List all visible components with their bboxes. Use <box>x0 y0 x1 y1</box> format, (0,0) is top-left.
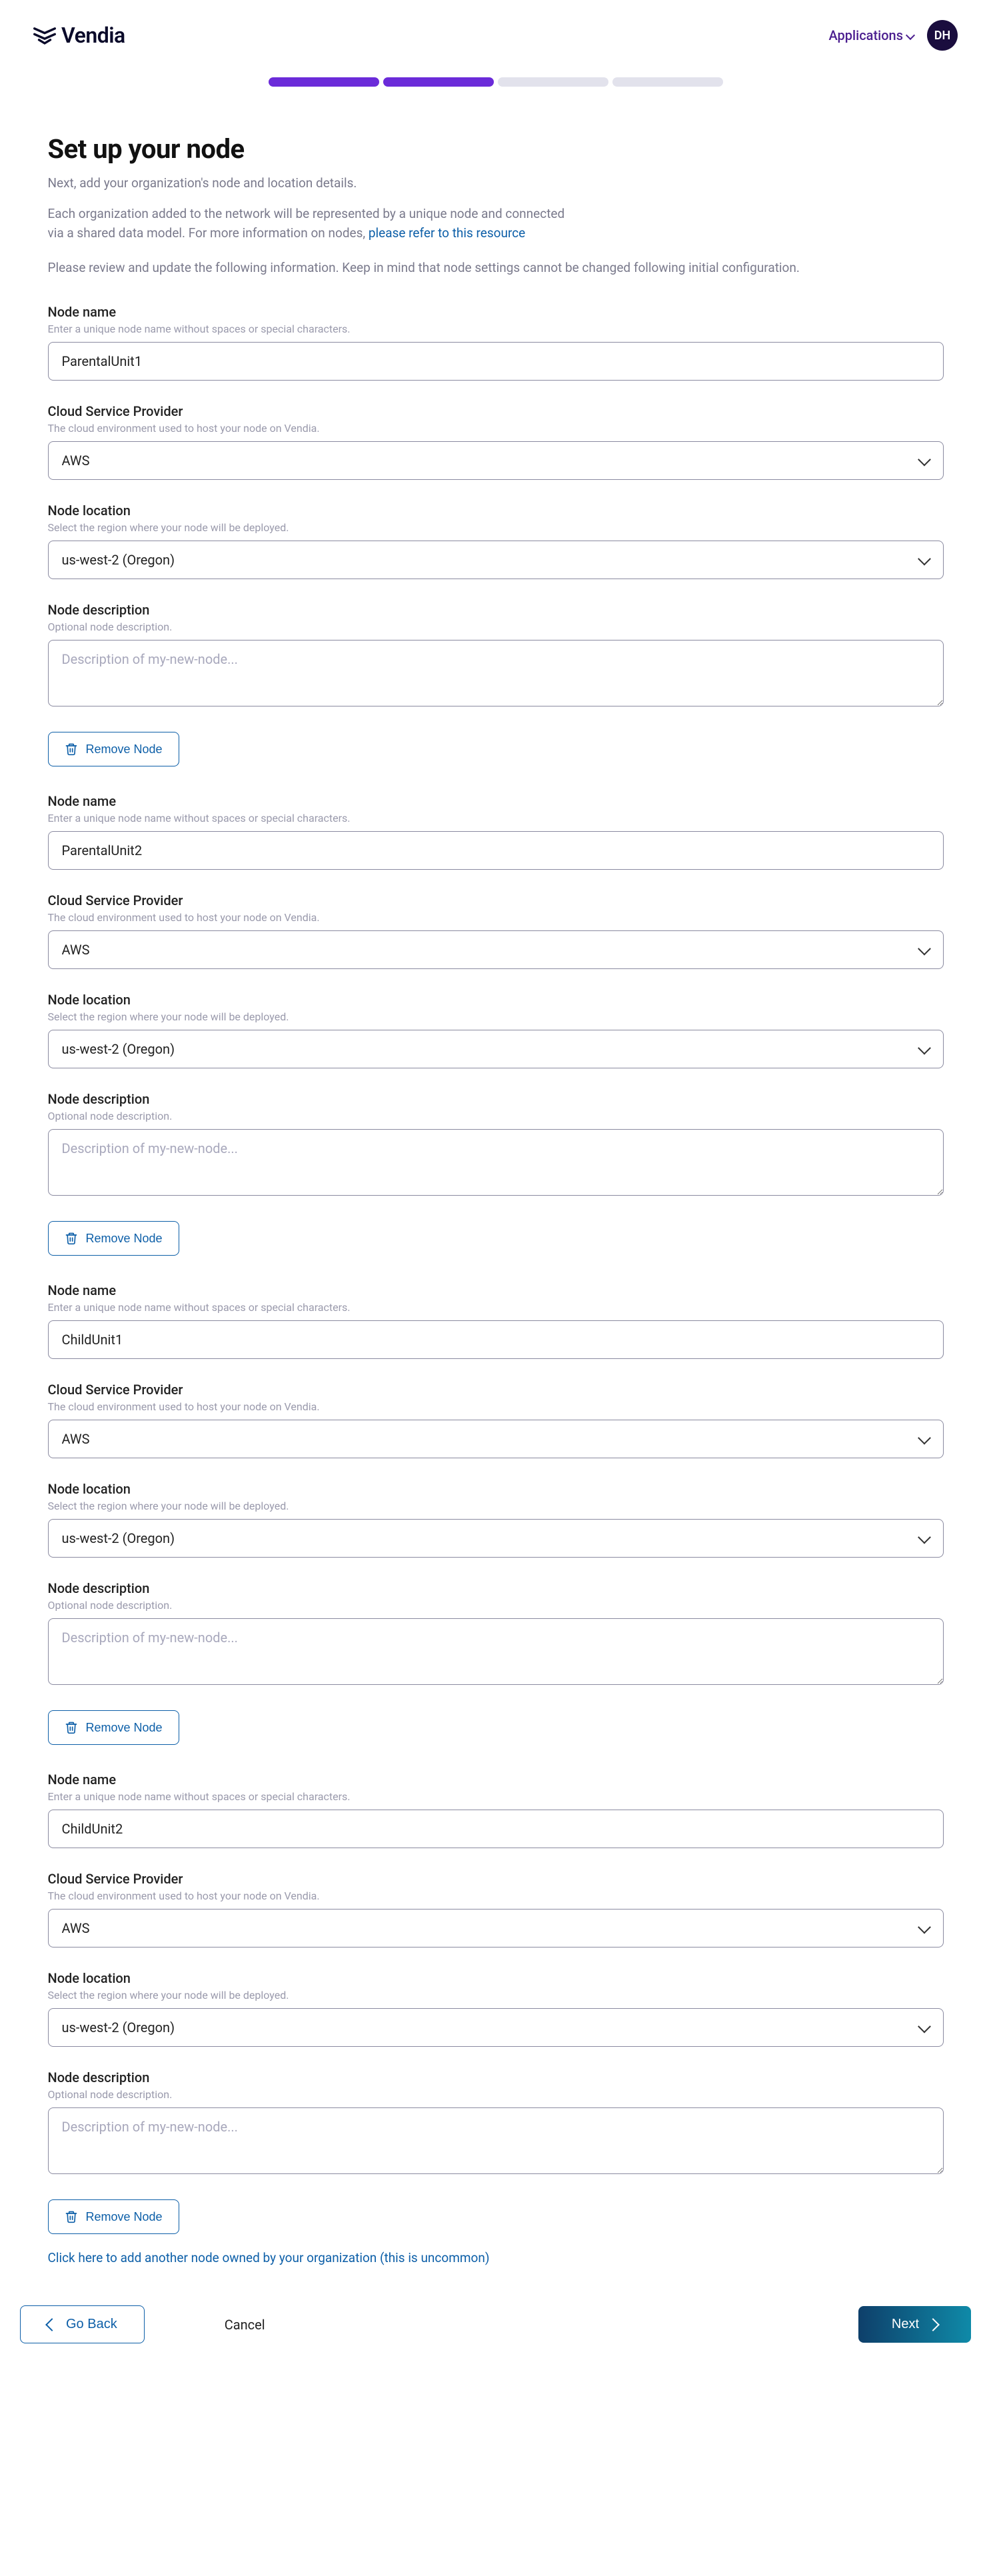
remove-node-label: Remove Node <box>86 2210 163 2224</box>
applications-label: Applications <box>828 27 903 43</box>
node-name-hint: Enter a unique node name without spaces … <box>48 812 944 824</box>
node-block: Node name Enter a unique node name witho… <box>48 1772 944 2234</box>
description-hint: Optional node description. <box>48 621 944 633</box>
description-textarea[interactable] <box>48 2107 944 2174</box>
avatar-initials: DH <box>934 29 950 43</box>
csp-hint: The cloud environment used to host your … <box>48 1400 944 1413</box>
location-hint: Select the region where your node will b… <box>48 521 944 534</box>
progress-step-3 <box>498 77 608 87</box>
location-select[interactable]: us-west-2 (Oregon) <box>48 541 944 579</box>
progress-step-4 <box>612 77 723 87</box>
app-header: Vendia Applications DH <box>0 0 991 57</box>
remove-node-button[interactable]: Remove Node <box>48 732 179 766</box>
csp-label: Cloud Service Provider <box>48 892 944 908</box>
csp-select[interactable]: AWS <box>48 1420 944 1458</box>
brand-logo: Vendia <box>33 23 125 48</box>
remove-node-label: Remove Node <box>86 742 163 756</box>
remove-node-label: Remove Node <box>86 1721 163 1735</box>
csp-select[interactable]: AWS <box>48 441 944 480</box>
trash-icon <box>65 2209 78 2224</box>
node-name-input[interactable] <box>48 342 944 381</box>
node-name-label: Node name <box>48 304 944 320</box>
remove-node-button[interactable]: Remove Node <box>48 1710 179 1745</box>
remove-node-label: Remove Node <box>86 1232 163 1246</box>
wizard-progress <box>0 77 991 87</box>
progress-step-1 <box>269 77 379 87</box>
location-label: Node location <box>48 503 944 519</box>
location-hint: Select the region where your node will b… <box>48 1500 944 1512</box>
description-textarea[interactable] <box>48 1618 944 1685</box>
wizard-footer: Go Back Cancel Next <box>0 2305 991 2343</box>
go-back-button[interactable]: Go Back <box>20 2305 145 2343</box>
next-button[interactable]: Next <box>858 2306 971 2343</box>
user-avatar[interactable]: DH <box>927 20 958 51</box>
node-name-input[interactable] <box>48 831 944 870</box>
description-hint: Optional node description. <box>48 1599 944 1612</box>
node-name-label: Node name <box>48 793 944 809</box>
node-block: Node name Enter a unique node name witho… <box>48 1282 944 1745</box>
brand-name: Vendia <box>61 23 125 48</box>
page-title: Set up your node <box>48 133 944 165</box>
trash-icon <box>65 1231 78 1246</box>
description-hint: Optional node description. <box>48 1110 944 1122</box>
intro-paragraph: Each organization added to the network w… <box>48 204 944 243</box>
go-back-label: Go Back <box>66 2317 117 2332</box>
remove-node-button[interactable]: Remove Node <box>48 1221 179 1256</box>
applications-menu[interactable]: Applications <box>828 27 914 43</box>
page-subtitle: Next, add your organization's node and l… <box>48 175 944 191</box>
node-name-hint: Enter a unique node name without spaces … <box>48 1301 944 1314</box>
description-label: Node description <box>48 1580 944 1596</box>
description-label: Node description <box>48 1091 944 1107</box>
chevron-right-icon <box>926 2318 940 2331</box>
csp-label: Cloud Service Provider <box>48 1382 944 1398</box>
trash-icon <box>65 742 78 756</box>
add-node-link[interactable]: Click here to add another node owned by … <box>48 2250 490 2265</box>
node-block: Node name Enter a unique node name witho… <box>48 304 944 766</box>
description-label: Node description <box>48 2069 944 2085</box>
remove-node-button[interactable]: Remove Node <box>48 2199 179 2234</box>
node-name-input[interactable] <box>48 1810 944 1848</box>
description-textarea[interactable] <box>48 1129 944 1196</box>
location-select[interactable]: us-west-2 (Oregon) <box>48 1030 944 1068</box>
location-select[interactable]: us-west-2 (Oregon) <box>48 2008 944 2047</box>
review-note: Please review and update the following i… <box>48 258 944 277</box>
csp-hint: The cloud environment used to host your … <box>48 911 944 924</box>
location-label: Node location <box>48 992 944 1008</box>
location-label: Node location <box>48 1481 944 1497</box>
node-name-label: Node name <box>48 1282 944 1298</box>
description-hint: Optional node description. <box>48 2088 944 2101</box>
node-name-hint: Enter a unique node name without spaces … <box>48 323 944 335</box>
location-hint: Select the region where your node will b… <box>48 1010 944 1023</box>
location-label: Node location <box>48 1970 944 1986</box>
node-name-input[interactable] <box>48 1320 944 1359</box>
csp-label: Cloud Service Provider <box>48 403 944 419</box>
cancel-link[interactable]: Cancel <box>225 2317 265 2333</box>
node-name-hint: Enter a unique node name without spaces … <box>48 1790 944 1803</box>
next-label: Next <box>892 2317 919 2332</box>
csp-select[interactable]: AWS <box>48 1909 944 1947</box>
vendia-logo-icon <box>33 24 56 47</box>
location-hint: Select the region where your node will b… <box>48 1989 944 2001</box>
csp-hint: The cloud environment used to host your … <box>48 422 944 435</box>
location-select[interactable]: us-west-2 (Oregon) <box>48 1519 944 1558</box>
trash-icon <box>65 1720 78 1735</box>
description-textarea[interactable] <box>48 640 944 706</box>
chevron-left-icon <box>45 2318 59 2331</box>
csp-select[interactable]: AWS <box>48 930 944 969</box>
progress-step-2 <box>383 77 494 87</box>
node-block: Node name Enter a unique node name witho… <box>48 793 944 1256</box>
csp-hint: The cloud environment used to host your … <box>48 1890 944 1902</box>
chevron-down-icon <box>906 31 915 40</box>
docs-link[interactable]: please refer to this resource <box>369 225 525 241</box>
description-label: Node description <box>48 602 944 618</box>
csp-label: Cloud Service Provider <box>48 1871 944 1887</box>
node-name-label: Node name <box>48 1772 944 1788</box>
